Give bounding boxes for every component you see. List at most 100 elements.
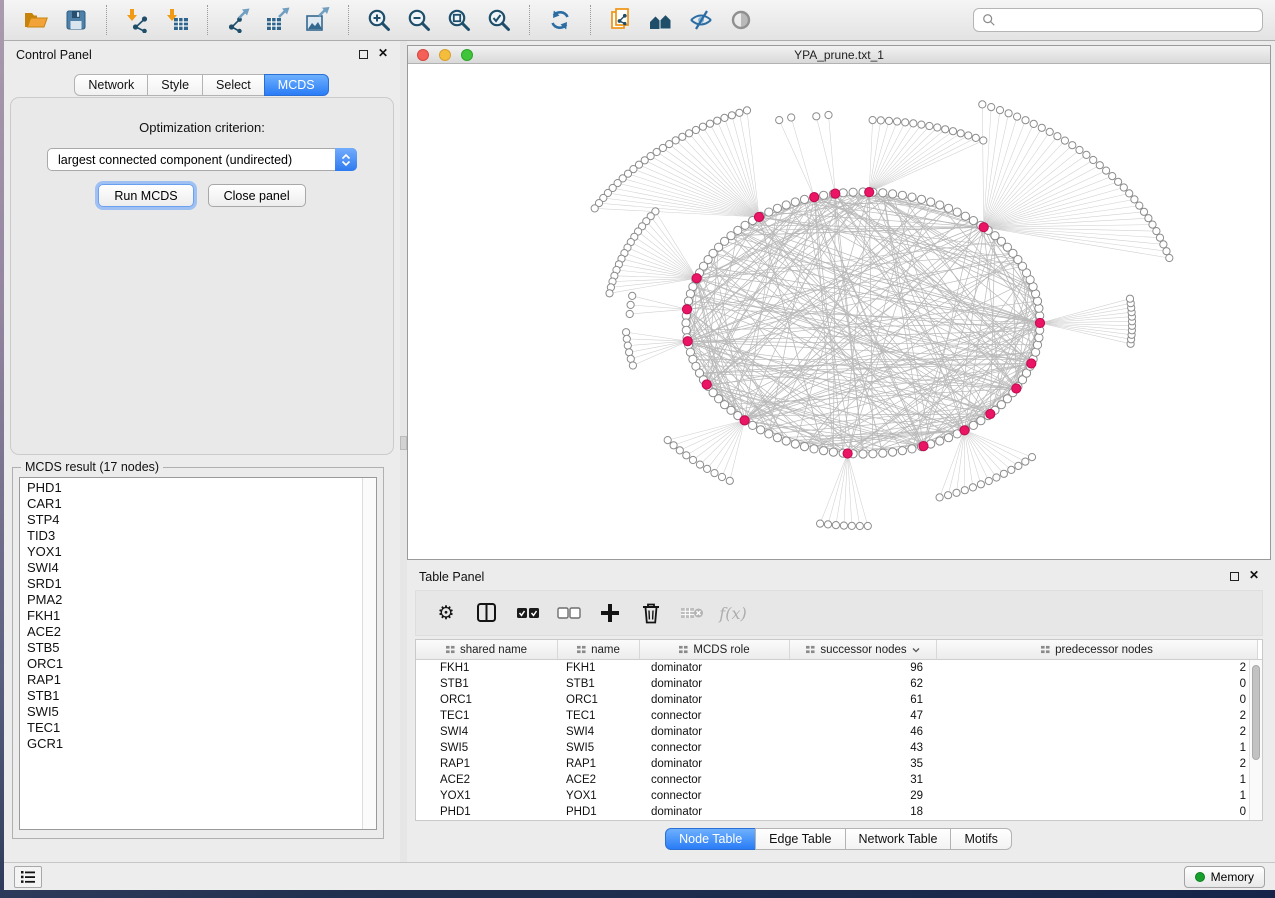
table-cell[interactable]: 0 <box>937 692 1258 708</box>
mcds-result-item[interactable]: TEC1 <box>27 720 362 736</box>
zoom-selected-icon[interactable] <box>484 5 514 35</box>
mcds-result-item[interactable]: PMA2 <box>27 592 362 608</box>
panel-splitter[interactable] <box>400 41 407 862</box>
save-session-icon[interactable] <box>61 5 91 35</box>
table-cell[interactable]: YOX1 <box>558 788 640 804</box>
column-header-shared-name[interactable]: shared name <box>416 640 558 659</box>
table-cell[interactable]: 31 <box>790 772 937 788</box>
table-cell[interactable]: 0 <box>937 676 1258 692</box>
table-row[interactable]: RAP1RAP1dominator352 <box>416 756 1262 772</box>
network-window-titlebar[interactable]: YPA_prune.txt_1 <box>408 46 1270 64</box>
mcds-result-item[interactable]: SWI4 <box>27 560 362 576</box>
table-cell[interactable]: 2 <box>937 724 1258 740</box>
node-table-body[interactable]: FKH1FKH1dominator962STB1STB1dominator620… <box>416 660 1262 820</box>
table-cell[interactable]: 1 <box>937 740 1258 756</box>
table-cell[interactable]: 47 <box>790 708 937 724</box>
unselect-all-icon[interactable] <box>557 601 581 625</box>
run-mcds-button[interactable]: Run MCDS <box>98 184 193 207</box>
table-cell[interactable]: SWI4 <box>416 724 558 740</box>
table-row[interactable]: ORC1ORC1dominator610 <box>416 692 1262 708</box>
table-row[interactable]: ACE2ACE2connector311 <box>416 772 1262 788</box>
table-cell[interactable]: PHD1 <box>416 804 558 820</box>
table-cell[interactable]: FKH1 <box>558 660 640 676</box>
tab-network-table[interactable]: Network Table <box>845 828 952 850</box>
export-image-icon[interactable] <box>303 5 333 35</box>
zoom-out-icon[interactable] <box>404 5 434 35</box>
tab-node-table[interactable]: Node Table <box>665 828 756 850</box>
table-row[interactable]: PHD1PHD1dominator180 <box>416 804 1262 820</box>
search-input[interactable] <box>1002 13 1254 27</box>
table-cell[interactable]: connector <box>640 772 790 788</box>
table-float-icon[interactable] <box>1230 572 1239 581</box>
table-row[interactable]: YOX1YOX1connector291 <box>416 788 1262 804</box>
table-cell[interactable]: RAP1 <box>558 756 640 772</box>
result-scrollbar[interactable] <box>362 478 376 829</box>
table-cell[interactable]: 1 <box>937 772 1258 788</box>
mcds-result-item[interactable]: STP4 <box>27 512 362 528</box>
table-cell[interactable]: dominator <box>640 804 790 820</box>
table-cell[interactable]: 96 <box>790 660 937 676</box>
table-row[interactable]: TEC1TEC1connector472 <box>416 708 1262 724</box>
table-row[interactable]: SWI4SWI4dominator462 <box>416 724 1262 740</box>
column-settings-icon[interactable]: ⚙ <box>434 601 458 625</box>
table-row[interactable]: SWI5SWI5connector431 <box>416 740 1262 756</box>
mcds-result-item[interactable]: STB5 <box>27 640 362 656</box>
table-cell[interactable]: YOX1 <box>416 788 558 804</box>
table-cell[interactable]: dominator <box>640 660 790 676</box>
delete-column-icon[interactable] <box>680 601 704 625</box>
tab-network[interactable]: Network <box>74 74 148 96</box>
float-panel-icon[interactable] <box>359 50 368 59</box>
add-row-icon[interactable] <box>598 601 622 625</box>
select-all-icon[interactable] <box>516 601 540 625</box>
table-cell[interactable]: SWI4 <box>558 724 640 740</box>
table-cell[interactable]: ORC1 <box>558 692 640 708</box>
table-cell[interactable]: 35 <box>790 756 937 772</box>
graphics-details-icon[interactable] <box>726 5 756 35</box>
mcds-result-item[interactable]: SRD1 <box>27 576 362 592</box>
tab-edge-table[interactable]: Edge Table <box>755 828 845 850</box>
table-cell[interactable]: 43 <box>790 740 937 756</box>
mcds-result-item[interactable]: RAP1 <box>27 672 362 688</box>
table-cell[interactable]: PHD1 <box>558 804 640 820</box>
close-panel-button[interactable]: Close panel <box>208 184 306 207</box>
task-history-button[interactable] <box>14 866 42 888</box>
table-cell[interactable]: 61 <box>790 692 937 708</box>
tab-select[interactable]: Select <box>202 74 265 96</box>
column-header-MCDS-role[interactable]: MCDS role <box>640 640 790 659</box>
new-network-from-selection-icon[interactable] <box>606 5 636 35</box>
table-cell[interactable]: 18 <box>790 804 937 820</box>
table-scrollbar[interactable] <box>1249 660 1262 820</box>
table-cell[interactable]: FKH1 <box>416 660 558 676</box>
network-graph[interactable] <box>408 64 1270 559</box>
open-session-icon[interactable] <box>21 5 51 35</box>
table-cell[interactable]: RAP1 <box>416 756 558 772</box>
table-cell[interactable]: 2 <box>937 660 1258 676</box>
export-table-icon[interactable] <box>263 5 293 35</box>
table-cell[interactable]: ACE2 <box>558 772 640 788</box>
table-scrollbar-thumb[interactable] <box>1252 665 1260 760</box>
table-cell[interactable]: dominator <box>640 676 790 692</box>
mcds-result-item[interactable]: FKH1 <box>27 608 362 624</box>
zoom-in-icon[interactable] <box>364 5 394 35</box>
tab-motifs[interactable]: Motifs <box>950 828 1011 850</box>
table-cell[interactable]: ACE2 <box>416 772 558 788</box>
delete-row-icon[interactable] <box>639 601 663 625</box>
mcds-result-item[interactable]: CAR1 <box>27 496 362 512</box>
table-cell[interactable]: 1 <box>937 788 1258 804</box>
mcds-result-item[interactable]: ORC1 <box>27 656 362 672</box>
table-cell[interactable]: dominator <box>640 724 790 740</box>
table-cell[interactable]: TEC1 <box>416 708 558 724</box>
mcds-result-item[interactable]: PHD1 <box>27 480 362 496</box>
table-cell[interactable]: 0 <box>937 804 1258 820</box>
import-network-icon[interactable] <box>122 5 152 35</box>
import-table-icon[interactable] <box>162 5 192 35</box>
table-cell[interactable]: 46 <box>790 724 937 740</box>
refresh-view-icon[interactable] <box>545 5 575 35</box>
mcds-result-item[interactable]: TID3 <box>27 528 362 544</box>
close-panel-icon[interactable]: ✕ <box>378 46 388 60</box>
mcds-result-item[interactable]: ACE2 <box>27 624 362 640</box>
memory-button[interactable]: Memory <box>1184 866 1265 888</box>
tab-style[interactable]: Style <box>147 74 203 96</box>
table-cell[interactable]: ORC1 <box>416 692 558 708</box>
column-header-name[interactable]: name <box>558 640 640 659</box>
